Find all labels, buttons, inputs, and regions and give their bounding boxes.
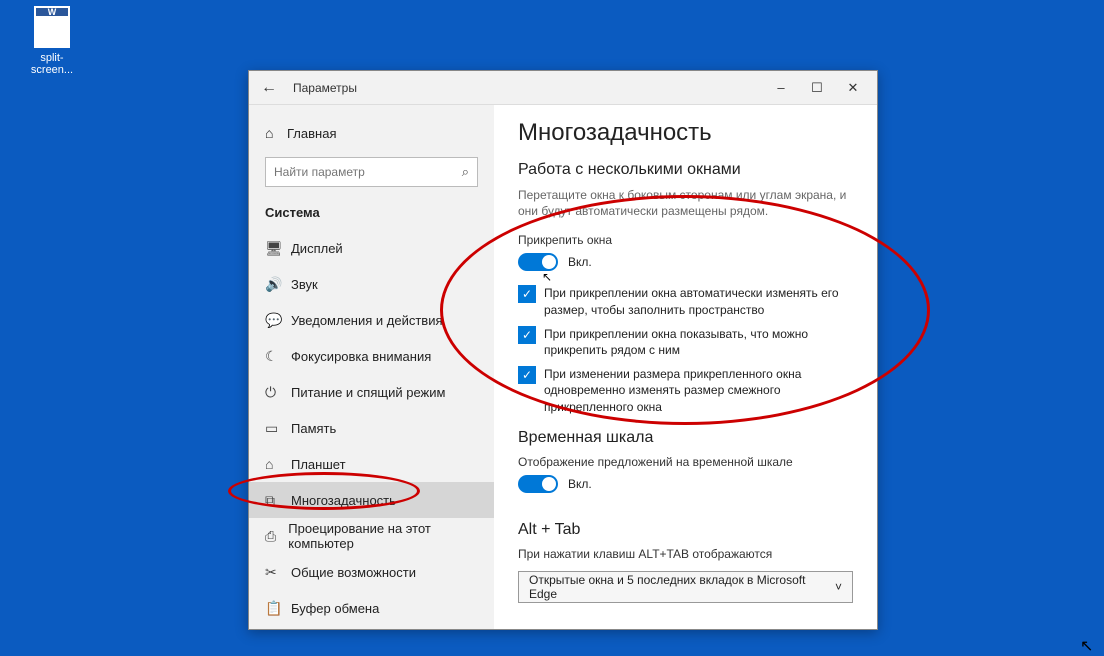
window-title: Параметры [293,81,763,95]
check-resize-fill[interactable]: ✓ При прикреплении окна автоматически из… [518,285,853,317]
section-timeline-title: Временная шкала [518,429,853,447]
check-show-beside[interactable]: ✓ При прикреплении окна показывать, что … [518,326,853,358]
sidebar: ⌂ Главная ⌕ Система 🖥 Дисплей 🔊 Звук 💬 У… [249,105,494,629]
alttab-label: При нажатии клавиш ALT+TAB отображаются [518,547,853,561]
sidebar-item-label: Общие возможности [291,565,416,580]
sidebar-item-label: Уведомления и действия [291,313,443,328]
toggle-track [518,475,558,493]
multitask-icon: ⧉ [265,492,291,509]
snap-toggle[interactable]: Вкл. [518,253,592,271]
home-icon: ⌂ [265,125,287,141]
sidebar-item-label: Память [291,421,336,436]
desktop-file-word[interactable]: split-screen... [20,6,84,76]
cursor-icon: ↖ [1080,636,1093,656]
alttab-dropdown[interactable]: Открытые окна и 5 последних вкладок в Mi… [518,571,853,603]
sidebar-item-label: Дисплей [291,241,343,256]
sidebar-item-multitasking[interactable]: ⧉ Многозадачность [249,482,494,518]
timeline-label: Отображение предложений на временной шка… [518,455,853,469]
sidebar-item-display[interactable]: 🖥 Дисплей [249,230,494,266]
check-resize-adjacent[interactable]: ✓ При изменении размера прикрепленного о… [518,366,853,415]
dropdown-value: Открытые окна и 5 последних вкладок в Mi… [529,573,835,601]
sidebar-item-tablet[interactable]: ⌂ Планшет [249,446,494,482]
checkbox-icon: ✓ [518,366,536,384]
notify-icon: 💬 [265,312,291,329]
sidebar-item-power[interactable]: ⏻ Питание и спящий режим [249,374,494,410]
checkbox-icon: ✓ [518,285,536,303]
sidebar-home-label: Главная [287,126,336,141]
close-button[interactable]: ✕ [835,71,871,105]
clipboard-icon: 📋 [265,600,291,617]
sidebar-item-label: Фокусировка внимания [291,349,431,364]
desktop-file-label: split-screen... [20,52,84,76]
timeline-toggle[interactable]: Вкл. [518,475,592,493]
moon-icon: ☾ [265,348,291,365]
sidebar-item-label: Планшет [291,457,346,472]
check-label: При изменении размера прикрепленного окн… [544,366,853,415]
page-heading: Многозадачность [518,119,853,147]
settings-window: ← Параметры – ☐ ✕ ⌂ Главная ⌕ Система 🖥 … [248,70,878,630]
sidebar-item-focus[interactable]: ☾ Фокусировка внимания [249,338,494,374]
search-icon: ⌕ [462,164,469,180]
sidebar-item-notifications[interactable]: 💬 Уведомления и действия [249,302,494,338]
sidebar-item-label: Звук [291,277,318,292]
content-pane: Многозадачность Работа с несколькими окн… [494,105,877,629]
cursor-icon: ↖ [542,270,552,284]
back-button[interactable]: ← [261,79,283,97]
sidebar-item-project[interactable]: ⎙ Проецирование на этот компьютер [249,518,494,554]
checkbox-icon: ✓ [518,326,536,344]
check-label: При прикреплении окна показывать, что мо… [544,326,853,358]
search-box[interactable]: ⌕ [265,157,478,187]
section-windows-title: Работа с несколькими окнами [518,161,853,179]
shared-icon: ✂ [265,564,291,581]
titlebar: ← Параметры – ☐ ✕ [249,71,877,105]
word-icon [34,6,70,48]
sidebar-item-sound[interactable]: 🔊 Звук [249,266,494,302]
chevron-down-icon: ˅ [835,580,842,594]
storage-icon: ▭ [265,420,291,437]
sidebar-item-shared[interactable]: ✂ Общие возможности [249,554,494,590]
tablet-icon: ⌂ [265,456,291,472]
sidebar-section-label: Система [249,199,494,230]
toggle-state-label: Вкл. [568,477,592,491]
sidebar-item-clipboard[interactable]: 📋 Буфер обмена [249,590,494,626]
sidebar-item-label: Буфер обмена [291,601,379,616]
section-windows-desc: Перетащите окна к боковым сторонам или у… [518,187,853,219]
sidebar-item-label: Питание и спящий режим [291,385,445,400]
section-alttab-title: Alt + Tab [518,521,853,539]
project-icon: ⎙ [265,528,288,545]
sidebar-item-label: Проецирование на этот компьютер [288,521,478,551]
check-label: При прикреплении окна автоматически изме… [544,285,853,317]
display-icon: 🖥 [265,240,291,257]
sidebar-item-label: Многозадачность [291,493,396,508]
sound-icon: 🔊 [265,276,291,293]
maximize-button[interactable]: ☐ [799,71,835,105]
power-icon: ⏻ [265,384,291,401]
minimize-button[interactable]: – [763,71,799,105]
sidebar-home[interactable]: ⌂ Главная [249,115,494,151]
search-input[interactable] [274,165,462,179]
sidebar-item-storage[interactable]: ▭ Память [249,410,494,446]
snap-label: Прикрепить окна [518,233,853,247]
toggle-state-label: Вкл. [568,255,592,269]
toggle-track [518,253,558,271]
